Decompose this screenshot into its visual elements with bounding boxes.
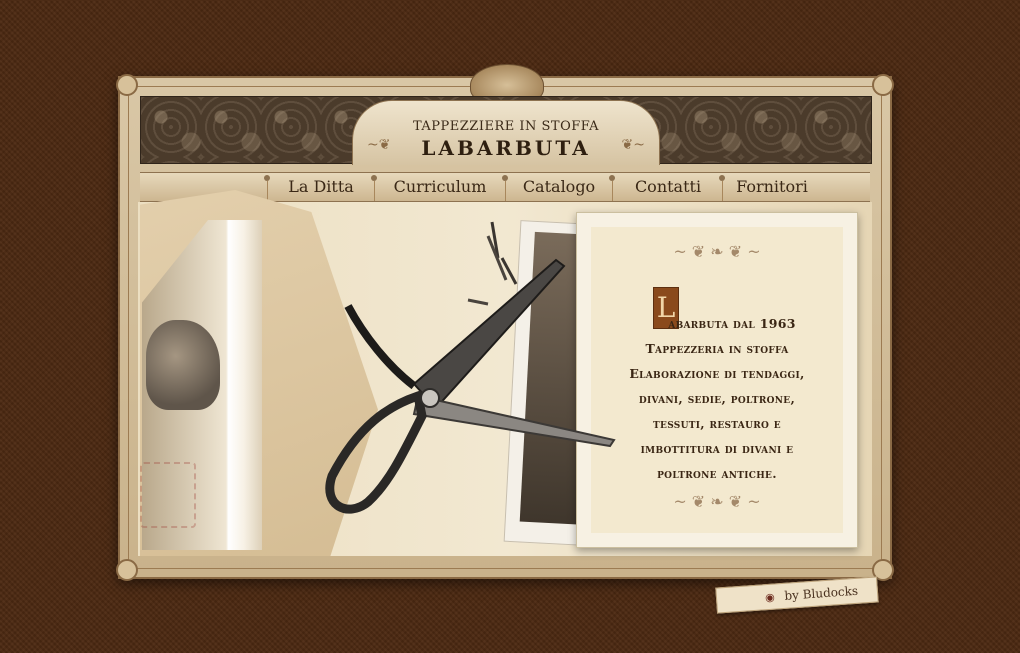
nav-item-contatti[interactable]: Contatti: [617, 177, 719, 197]
postage-stamp: [140, 462, 196, 528]
nav-divider: [267, 181, 268, 201]
nav-item-curriculum[interactable]: Curriculum: [379, 177, 501, 197]
nav-rivet: [502, 175, 508, 181]
intro-line: divani, sedie, poltrone,: [638, 391, 796, 406]
stone-object: [146, 320, 220, 410]
flourish-icon: ❦~: [621, 137, 645, 153]
site-subtitle: TAPPEZZIERE IN STOFFA: [412, 119, 600, 134]
corner-ornament: [116, 74, 138, 96]
nav-item-catalogo[interactable]: Catalogo: [510, 177, 608, 197]
credit-label: by Bludocks: [783, 583, 859, 603]
nav-rivet: [264, 175, 270, 181]
flourish-icon: ~ ❦ ❧ ❦ ~: [673, 492, 761, 511]
intro-line: abarbuta dal 1963: [668, 316, 796, 331]
intro-text: abarbuta dal 1963 Tappezzeria in stoffa …: [591, 311, 843, 486]
scissors-icon: [325, 258, 616, 514]
intro-line: Elaborazione di tendaggi,: [629, 366, 805, 381]
intro-line: Tappezzeria in stoffa: [645, 341, 789, 356]
nav-rivet: [371, 175, 377, 181]
flourish-icon: ~❦: [367, 137, 391, 153]
corner-ornament: [872, 74, 894, 96]
nav-rivet: [609, 175, 615, 181]
nav-item-fornitori[interactable]: Fornitori: [727, 177, 817, 197]
intro-line: poltrone antiche.: [657, 466, 777, 481]
credit-tag[interactable]: ◉ by Bludocks: [715, 576, 879, 614]
nav-divider: [722, 181, 723, 201]
site-title: LABARBUTA: [421, 136, 591, 160]
eye-icon: ◉: [764, 590, 776, 605]
nav-divider: [612, 181, 613, 201]
nav-divider: [374, 181, 375, 201]
intro-line: imbottitura di divani e: [640, 441, 794, 456]
flourish-icon: ~ ❦ ❧ ❦ ~: [673, 242, 761, 261]
intro-card: ~ ❦ ❧ ❦ ~ L abarbuta dal 1963 Tappezzeri…: [576, 212, 858, 548]
intro-card-paper: ~ ❦ ❧ ❦ ~ L abarbuta dal 1963 Tappezzeri…: [591, 227, 843, 533]
corner-ornament: [116, 559, 138, 581]
nav-divider: [505, 181, 506, 201]
nav-rivet: [719, 175, 725, 181]
nav-item-la-ditta[interactable]: La Ditta: [272, 177, 370, 197]
title-plate: TAPPEZZIERE IN STOFFA LABARBUTA ~❦ ❦~: [352, 100, 660, 165]
intro-line: tessuti, restauro e: [653, 416, 781, 431]
